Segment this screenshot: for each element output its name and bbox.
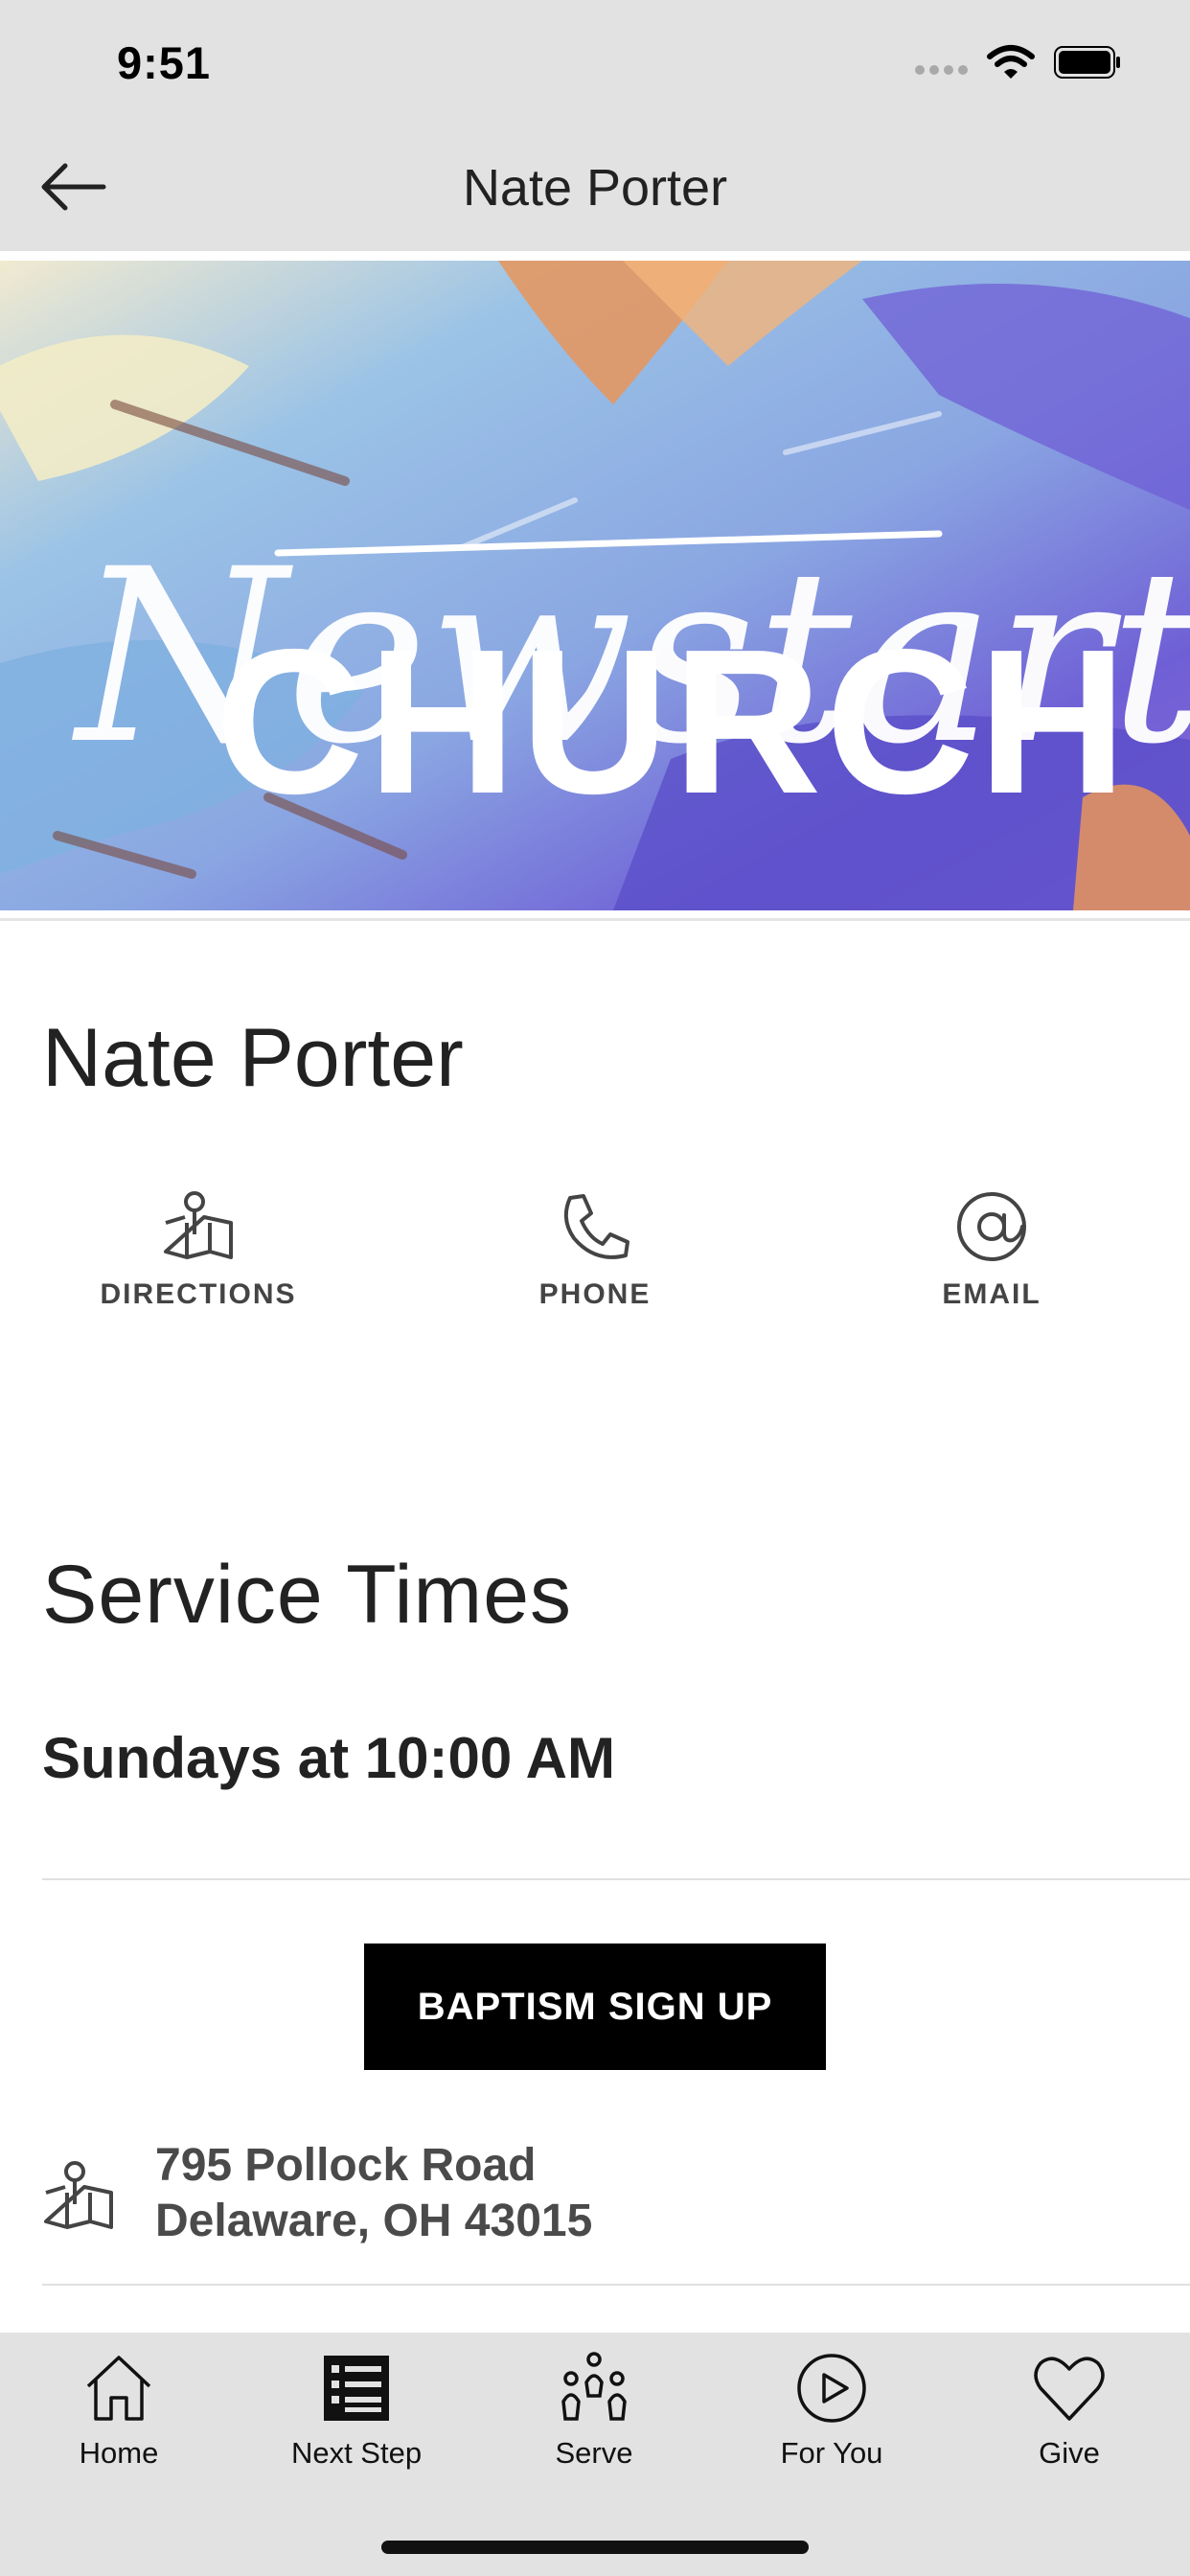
nav-title: Nate Porter — [462, 159, 728, 217]
phone-button[interactable]: PHONE — [451, 1188, 739, 1322]
people-icon — [561, 2352, 627, 2421]
tab-for-you-label: For You — [780, 2436, 883, 2470]
status-time: 9:51 — [117, 37, 212, 88]
email-button[interactable]: EMAIL — [848, 1188, 1135, 1322]
baptism-signup-button[interactable]: BAPTISM SIGN UP — [364, 1944, 826, 2070]
home-indicator — [381, 2541, 809, 2554]
tab-home[interactable]: Home — [0, 2350, 238, 2494]
service-times-title: Service Times — [42, 1549, 573, 1641]
address-row[interactable]: 795 Pollock Road Delaware, OH 43015 — [0, 2128, 1190, 2281]
hero-gap — [0, 251, 1190, 261]
directions-button[interactable]: DIRECTIONS — [55, 1188, 342, 1322]
tab-serve-label: Serve — [555, 2436, 633, 2470]
cellular-signal-icon — [915, 59, 973, 79]
phone-icon — [563, 1194, 629, 1259]
list-icon — [324, 2356, 389, 2421]
divider — [42, 2284, 1190, 2286]
phone-label: PHONE — [538, 1278, 652, 1310]
play-circle-icon — [797, 2354, 866, 2423]
at-sign-icon — [957, 1192, 1026, 1261]
directions-label: DIRECTIONS — [100, 1278, 297, 1310]
tab-bar: Home Next Step Serve For You Give — [0, 2333, 1190, 2576]
contact-name: Nate Porter — [42, 1012, 464, 1104]
tab-give[interactable]: Give — [950, 2350, 1188, 2494]
tab-serve[interactable]: Serve — [475, 2350, 713, 2494]
service-time-text: Sundays at 10:00 AM — [42, 1726, 615, 1790]
battery-icon — [1054, 46, 1120, 79]
top-bar: 9:51 Nate Porter — [0, 0, 1190, 251]
map-pin-icon — [164, 1191, 233, 1259]
tab-home-label: Home — [79, 2436, 159, 2470]
home-icon — [86, 2356, 151, 2421]
banner-church-text: CHURCH — [215, 606, 1131, 837]
map-pin-icon — [44, 2161, 113, 2229]
divider — [42, 1878, 1190, 1880]
address-line-1: 795 Pollock Road — [155, 2140, 537, 2191]
tab-for-you[interactable]: For You — [713, 2350, 950, 2494]
heart-icon — [1034, 2357, 1105, 2421]
church-banner-image: Newstart CHURCH — [0, 261, 1190, 910]
address-line-2: Delaware, OH 43015 — [155, 2196, 593, 2246]
divider — [0, 918, 1190, 921]
email-label: EMAIL — [942, 1278, 1041, 1310]
contact-actions: DIRECTIONS PHONE EMAIL — [0, 1188, 1190, 2540]
tab-next-step-label: Next Step — [290, 2436, 423, 2470]
tab-next-step[interactable]: Next Step — [238, 2350, 475, 2494]
tab-give-label: Give — [1039, 2436, 1100, 2470]
wifi-icon — [987, 45, 1035, 79]
